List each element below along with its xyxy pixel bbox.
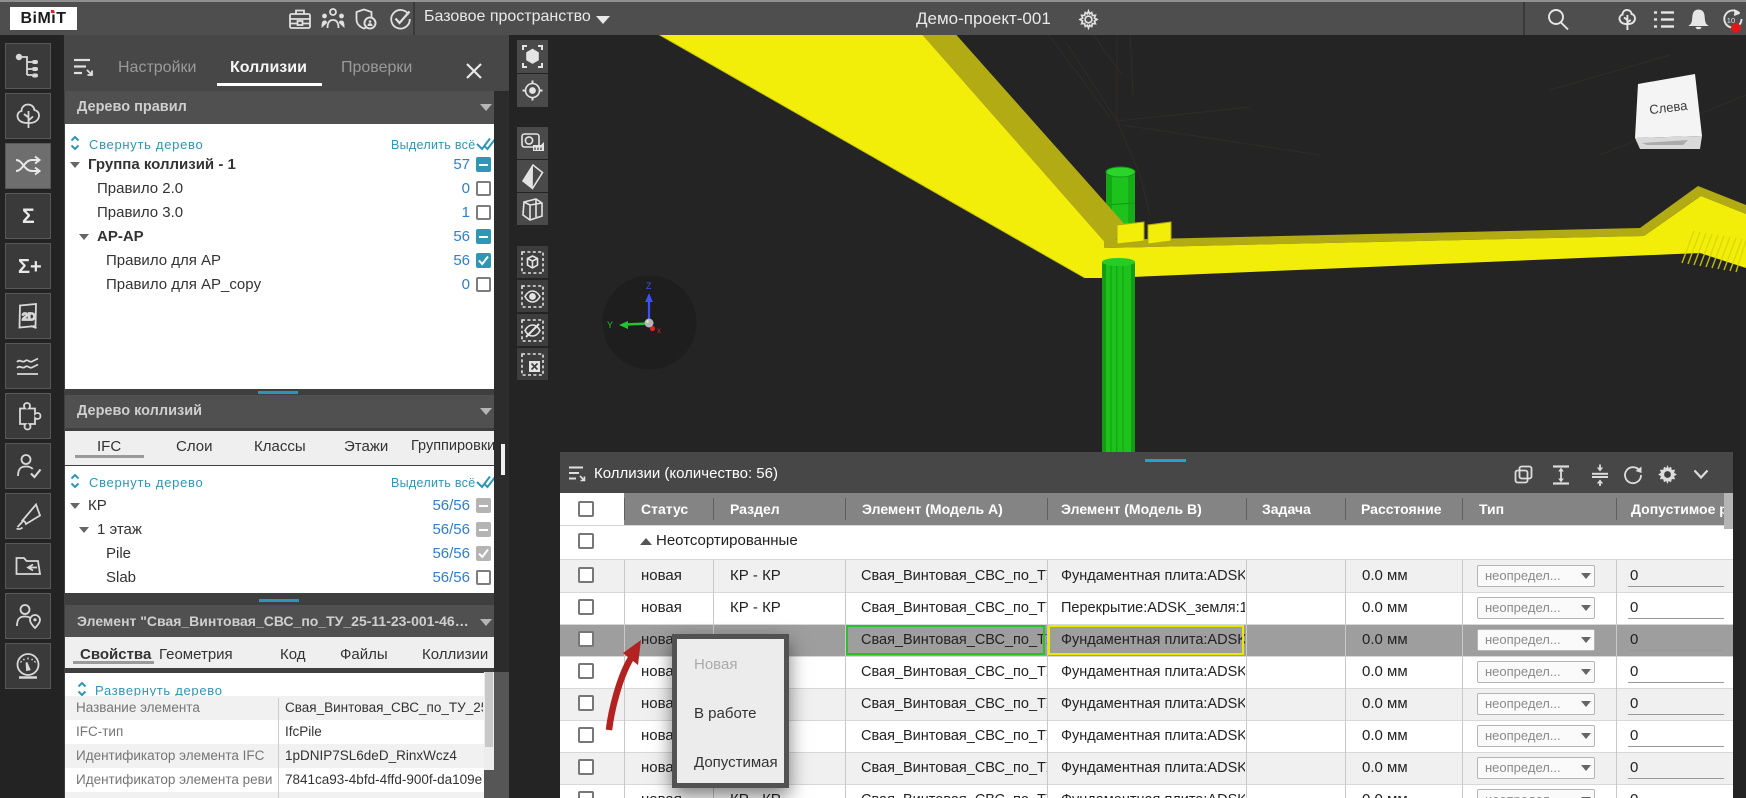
svg-text:Σ+: Σ+: [18, 256, 42, 278]
svg-text:Z: Z: [646, 281, 652, 291]
svg-text:Σ: Σ: [22, 205, 35, 228]
svg-text:2D: 2D: [22, 311, 36, 323]
svg-text:x: x: [657, 326, 661, 335]
svg-text:Y: Y: [607, 320, 613, 330]
